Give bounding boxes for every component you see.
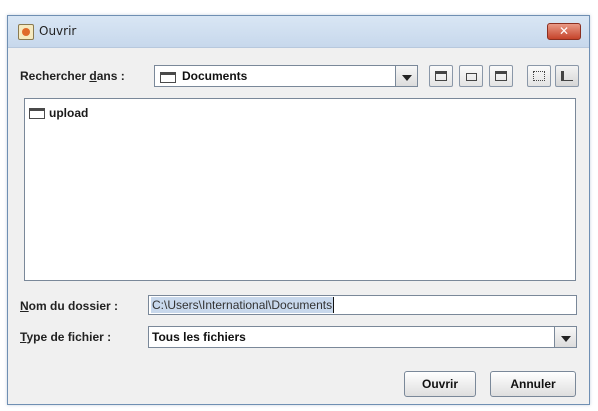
list-view-button[interactable]: [527, 65, 551, 87]
look-in-value: Documents: [182, 69, 248, 83]
folder-name-label: Nom du dossier :: [20, 299, 119, 313]
list-view-icon: [533, 71, 545, 81]
folder-icon: [29, 108, 45, 119]
folder-name-value: C:\Users\International\Documents: [151, 297, 335, 313]
file-type-dropdown-button[interactable]: [554, 326, 577, 348]
new-folder-icon: [495, 71, 507, 81]
up-one-level-button[interactable]: [429, 65, 453, 87]
file-type-combo[interactable]: Tous les fichiers: [148, 326, 577, 348]
open-dialog: Ouvrir ✕ Rechercher dans : Documents upl…: [7, 15, 590, 405]
list-item-label: upload: [49, 106, 89, 120]
file-type-label: Type de fichier :: [20, 330, 112, 344]
window-title: Ouvrir: [39, 24, 77, 38]
home-button[interactable]: [459, 65, 483, 87]
java-app-icon: [18, 24, 34, 40]
title-bar: Ouvrir ✕: [8, 16, 589, 48]
folder-icon: [160, 72, 176, 83]
cancel-button[interactable]: Annuler: [490, 371, 576, 397]
open-button[interactable]: Ouvrir: [404, 371, 476, 397]
file-type-value: Tous les fichiers: [152, 330, 246, 344]
up-one-level-icon: [435, 71, 447, 81]
file-list[interactable]: upload: [24, 98, 576, 281]
home-icon: [466, 73, 477, 81]
close-icon: ✕: [558, 24, 570, 38]
folder-name-field[interactable]: C:\Users\International\Documents: [148, 295, 577, 315]
look-in-combo[interactable]: Documents: [154, 65, 418, 87]
new-folder-button[interactable]: [489, 65, 513, 87]
look-in-label: Rechercher dans :: [20, 69, 125, 83]
details-view-icon: [561, 71, 573, 81]
close-button[interactable]: ✕: [547, 23, 581, 40]
details-view-button[interactable]: [555, 65, 579, 87]
look-in-dropdown-button[interactable]: [395, 65, 418, 87]
